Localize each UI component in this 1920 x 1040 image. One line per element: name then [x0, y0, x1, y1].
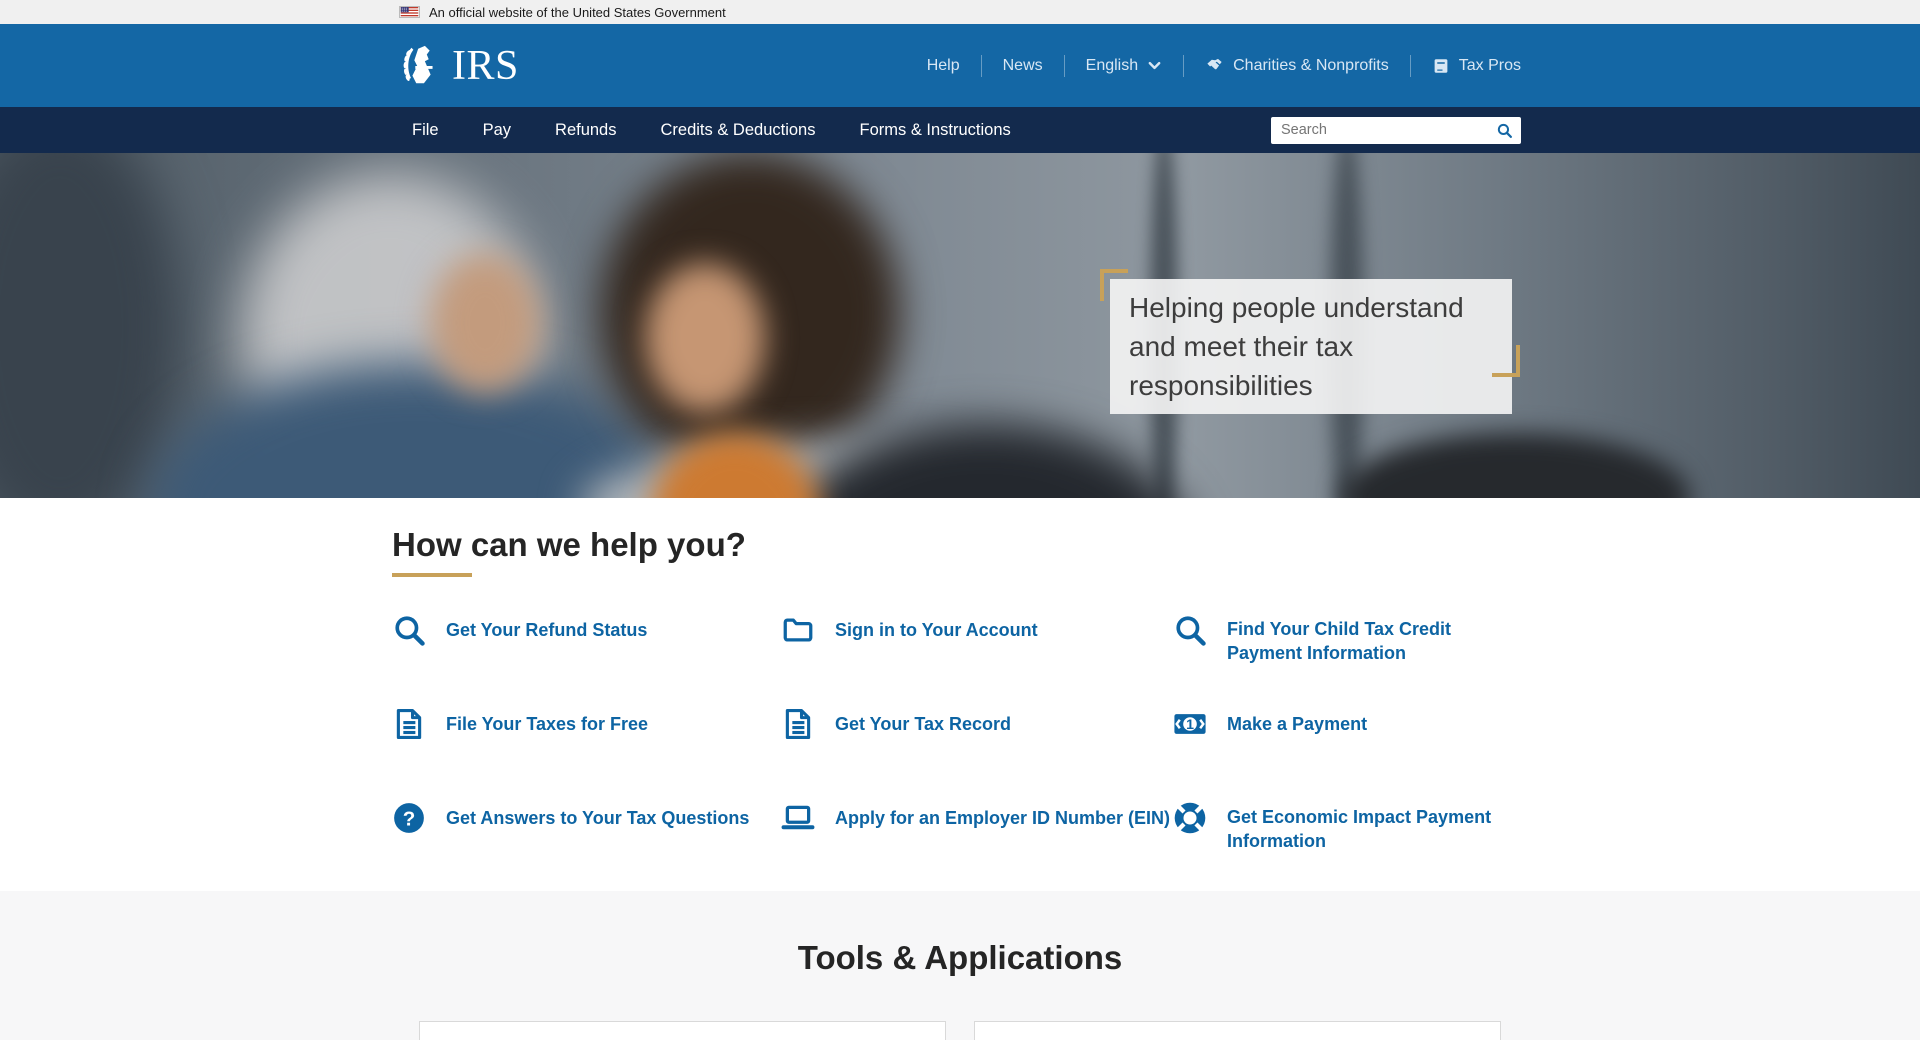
tools-cards: [0, 1021, 1920, 1040]
tools-card: [974, 1021, 1501, 1040]
hero-photo-shape: [150, 363, 680, 498]
help-links-grid: Get Your Refund Status Sign in to Your A…: [392, 613, 1920, 895]
nav-item-refunds[interactable]: Refunds: [533, 121, 638, 140]
taxpros-link[interactable]: Tax Pros: [1411, 57, 1521, 75]
gov-banner: An official website of the United States…: [0, 0, 1920, 24]
charities-link-label: Charities & Nonprofits: [1233, 57, 1389, 75]
hero-photo-shape: [1340, 433, 1690, 498]
search-icon: [1496, 122, 1513, 139]
chevron-down-icon: [1147, 58, 1162, 73]
help-section-title: How can we help you?: [392, 526, 1920, 564]
search-input[interactable]: [1271, 122, 1487, 138]
header-links: Help News English Charities & Nonprofits: [906, 55, 1521, 77]
news-link-label: News: [1003, 57, 1043, 75]
hero-headline: Helping people understand and meet their…: [1110, 279, 1512, 414]
nav-item-forms-instructions[interactable]: Forms & Instructions: [838, 121, 1033, 140]
document-icon: [392, 707, 426, 741]
link-label: File Your Taxes for Free: [446, 712, 648, 736]
us-flag-icon: [399, 6, 420, 18]
help-section: How can we help you? Get Your Refund Sta…: [0, 498, 1920, 891]
link-label: Sign in to Your Account: [835, 618, 1038, 642]
search-icon: [392, 613, 426, 647]
link-make-payment[interactable]: 1 Make a Payment: [1173, 707, 1514, 741]
book-icon: [1432, 57, 1450, 75]
nav-items: File Pay Refunds Credits & Deductions Fo…: [399, 121, 1033, 140]
link-apply-ein[interactable]: Apply for an Employer ID Number (EIN): [781, 801, 1173, 835]
question-circle-icon: ?: [392, 801, 426, 835]
svg-text:?: ?: [403, 807, 416, 830]
irs-logo-text: IRS: [452, 42, 519, 90]
search-box: [1271, 117, 1521, 144]
handshake-icon: [1205, 56, 1224, 75]
main-nav: File Pay Refunds Credits & Deductions Fo…: [0, 107, 1920, 153]
nav-item-file[interactable]: File: [399, 121, 461, 140]
nav-item-pay[interactable]: Pay: [461, 121, 533, 140]
folder-icon: [781, 613, 815, 647]
link-label: Get Answers to Your Tax Questions: [446, 806, 749, 830]
laptop-icon: [781, 801, 815, 835]
tools-card: [419, 1021, 946, 1040]
link-economic-impact[interactable]: Get Economic Impact Payment Information: [1173, 801, 1514, 895]
language-label: English: [1086, 57, 1138, 75]
news-link[interactable]: News: [982, 57, 1064, 75]
dollar-bill-icon: 1: [1173, 707, 1207, 741]
gold-underline: [392, 573, 472, 577]
hero-photo-shape: [0, 153, 180, 498]
link-label: Make a Payment: [1227, 712, 1367, 736]
tools-section-title: Tools & Applications: [0, 891, 1920, 977]
taxpros-link-label: Tax Pros: [1459, 57, 1521, 75]
svg-text:1: 1: [1186, 717, 1194, 733]
link-tax-questions[interactable]: ? Get Answers to Your Tax Questions: [392, 801, 781, 835]
hero-photo-shape: [645, 263, 765, 413]
charities-link[interactable]: Charities & Nonprofits: [1184, 56, 1410, 75]
life-ring-icon: [1173, 801, 1207, 835]
link-label: Get Your Refund Status: [446, 618, 647, 642]
link-tax-record[interactable]: Get Your Tax Record: [781, 707, 1173, 741]
gov-banner-text: An official website of the United States…: [429, 5, 726, 20]
link-file-free[interactable]: File Your Taxes for Free: [392, 707, 781, 741]
hero-photo-shape: [430, 253, 540, 393]
document-icon: [781, 707, 815, 741]
nav-item-credits-deductions[interactable]: Credits & Deductions: [639, 121, 838, 140]
quote-corner-bracket: [1492, 345, 1520, 377]
link-sign-in[interactable]: Sign in to Your Account: [781, 613, 1173, 647]
link-child-tax-credit[interactable]: Find Your Child Tax Credit Payment Infor…: [1173, 613, 1514, 707]
link-label: Apply for an Employer ID Number (EIN): [835, 806, 1170, 830]
irs-eagle-icon: [399, 43, 445, 89]
tools-section: Tools & Applications: [0, 891, 1920, 1040]
link-refund-status[interactable]: Get Your Refund Status: [392, 613, 781, 647]
link-label: Get Economic Impact Payment Information: [1227, 805, 1514, 853]
link-label: Find Your Child Tax Credit Payment Infor…: [1227, 617, 1514, 665]
search-icon: [1173, 613, 1207, 647]
language-selector[interactable]: English: [1065, 57, 1183, 75]
link-label: Get Your Tax Record: [835, 712, 1011, 736]
irs-logo[interactable]: IRS: [399, 42, 519, 90]
hero-banner: Helping people understand and meet their…: [0, 153, 1920, 498]
site-header: IRS Help News English Charitie: [0, 24, 1920, 107]
search-button[interactable]: [1487, 117, 1521, 144]
help-link-label: Help: [927, 57, 960, 75]
help-link[interactable]: Help: [906, 57, 981, 75]
